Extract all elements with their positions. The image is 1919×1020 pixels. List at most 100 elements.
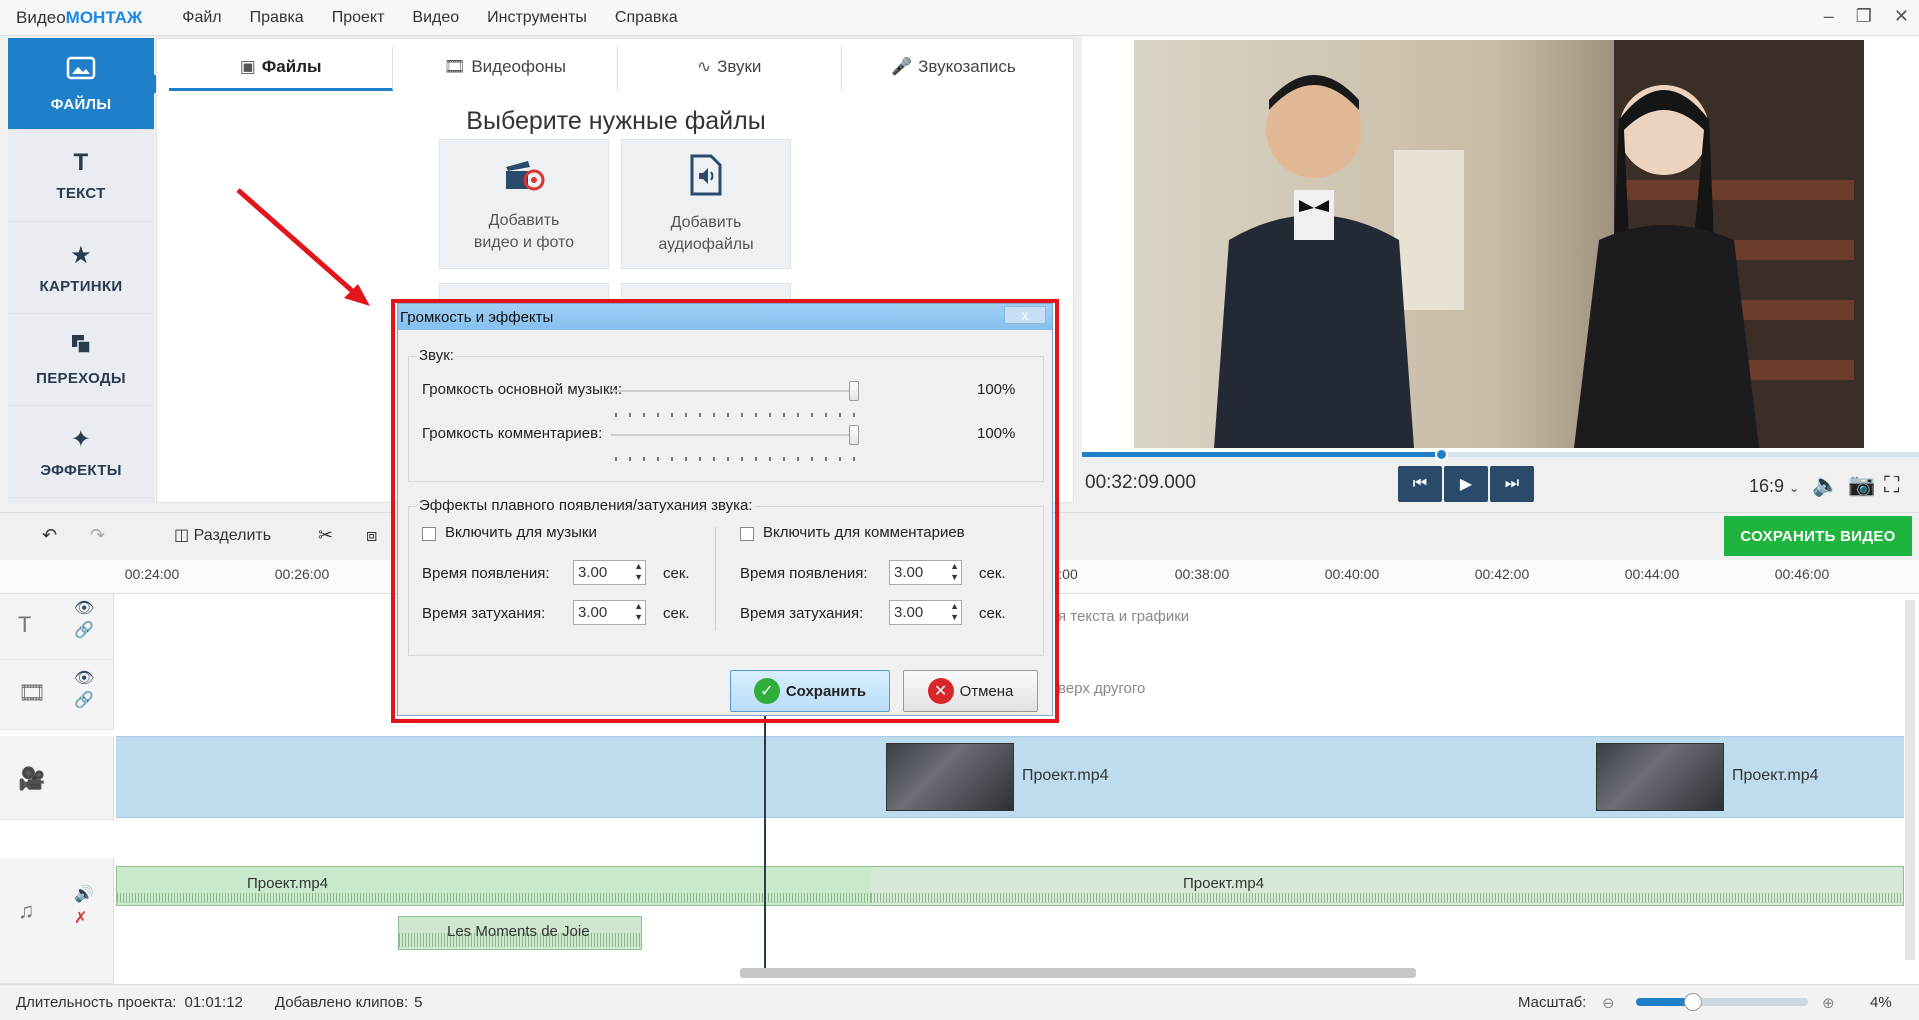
menu-tools[interactable]: Инструменты xyxy=(487,9,587,27)
audio-segment[interactable] xyxy=(117,867,871,905)
add-video-button[interactable]: Добавить видео и фото xyxy=(439,139,609,269)
music-clip[interactable]: Les Moments de Joie xyxy=(398,916,642,950)
video-clip-label[interactable]: Проект.mp4 xyxy=(1732,767,1819,785)
comments-volume-label: Громкость комментариев: xyxy=(422,425,603,442)
chevron-down-icon: ⌄ xyxy=(1789,481,1800,495)
nav-effects[interactable]: ✦ ЭФФЕКТЫ xyxy=(8,406,154,498)
zoom-slider[interactable] xyxy=(1636,993,1808,1011)
nav-files[interactable]: ФАЙЛЫ xyxy=(8,38,164,130)
current-timecode: 00:32:09.000 xyxy=(1085,472,1196,493)
camera-icon[interactable]: 📷 xyxy=(1848,472,1875,498)
menu-help[interactable]: Справка xyxy=(615,9,678,27)
menu-project[interactable]: Проект xyxy=(332,9,385,27)
comments-fade-checkbox[interactable] xyxy=(740,527,754,541)
transitions-icon xyxy=(70,333,92,362)
eye-icon[interactable]: 👁 xyxy=(74,598,94,618)
dialog-close-button[interactable]: x xyxy=(1004,306,1046,324)
comments-volume-value: 100% xyxy=(977,425,1016,442)
zoom-label: Масштаб: xyxy=(1518,994,1587,1011)
unit-label: сек. xyxy=(979,605,1006,622)
scissors-icon[interactable]: ✂ xyxy=(318,525,333,546)
nav-transitions[interactable]: ПЕРЕХОДЫ xyxy=(8,314,154,406)
add-audio-button[interactable]: Добавить аудиофайлы xyxy=(621,139,791,269)
video-track[interactable]: Проект.mp4 Проект.mp4 xyxy=(116,736,1904,818)
spinner-arrows-icon[interactable]: ▲ ▼ xyxy=(634,601,643,623)
zoom-out-icon[interactable]: ⊖ xyxy=(1602,994,1615,1012)
eye-icon[interactable]: 👁 xyxy=(74,668,94,688)
volume-icon[interactable]: 🔈 xyxy=(1812,472,1839,498)
comments-volume-knob[interactable] xyxy=(849,425,859,445)
horizontal-scrollbar[interactable] xyxy=(740,968,1416,978)
redo-icon[interactable]: ↷ xyxy=(90,525,105,546)
tab-files[interactable]: ▣ Файлы xyxy=(169,47,394,91)
play-button[interactable]: ▶ xyxy=(1444,466,1488,502)
vertical-scrollbar[interactable] xyxy=(1905,600,1915,960)
annotation-arrow xyxy=(236,188,370,306)
window-controls: – ❐ ✕ xyxy=(1824,6,1909,27)
ruler-label: 00:42:00 xyxy=(1474,566,1530,582)
audio-clip-label[interactable]: Проект.mp4 xyxy=(247,875,328,892)
comments-volume-slider[interactable] xyxy=(611,434,854,436)
crop-icon[interactable]: ⧈ xyxy=(366,525,377,546)
more-button-partial xyxy=(621,283,791,303)
split-button[interactable]: ◫ Разделить xyxy=(174,525,271,545)
playback-progress-fill xyxy=(1082,452,1442,457)
clip-thumbnail xyxy=(886,743,1014,811)
minimize-icon[interactable]: – xyxy=(1824,6,1834,27)
tab-sounds[interactable]: ∿ Звуки xyxy=(618,47,842,91)
mute-link-icon[interactable]: ✗ xyxy=(74,908,87,928)
tab-recording[interactable]: 🎤 Звукозапись xyxy=(842,47,1065,91)
save-video-button[interactable]: СОХРАНИТЬ ВИДЕО xyxy=(1724,516,1912,556)
close-window-icon[interactable]: ✕ xyxy=(1894,6,1909,27)
dialog-save-button[interactable]: ✓ Сохранить xyxy=(730,670,890,712)
tab-files-label: Файлы xyxy=(261,57,322,76)
comments-fade-out-label: Время затухания: xyxy=(740,605,864,622)
music-fade-in-spinner[interactable]: 3.00 ▲ ▼ xyxy=(573,560,646,585)
ruler-label: 00:38:00 xyxy=(1174,566,1230,582)
link-icon[interactable]: 🔗 xyxy=(74,620,94,640)
music-fade-checkbox-label: Включить для музыки xyxy=(445,524,597,541)
music-volume-slider[interactable] xyxy=(611,390,854,392)
zoom-slider-knob[interactable] xyxy=(1683,993,1702,1011)
dialog-title: Громкость и эффекты xyxy=(400,308,554,326)
fullscreen-icon[interactable]: ⛶ xyxy=(1884,472,1899,498)
unit-label: сек. xyxy=(979,565,1006,582)
statusbar: Длительность проекта: 01:01:12 Добавлено… xyxy=(0,984,1919,1020)
playback-progress[interactable] xyxy=(1082,448,1919,461)
music-volume-knob[interactable] xyxy=(849,381,859,401)
spinner-arrows-icon[interactable]: ▲ ▼ xyxy=(950,601,959,623)
music-fade-out-spinner[interactable]: 3.00 ▲ ▼ xyxy=(573,600,646,625)
spinner-arrows-icon[interactable]: ▲ ▼ xyxy=(950,561,959,583)
speaker-icon[interactable]: 🔊 xyxy=(74,884,94,904)
music-fade-checkbox[interactable] xyxy=(422,527,436,541)
previous-button[interactable]: ⏮ xyxy=(1398,466,1442,502)
spinner-arrows-icon[interactable]: ▲ ▼ xyxy=(634,561,643,583)
music-fade-in-value: 3.00 xyxy=(578,564,608,581)
duration-value: 01:01:12 xyxy=(184,994,243,1011)
menu-video[interactable]: Видео xyxy=(412,9,459,27)
aspect-ratio-select[interactable]: 16:9 ⌄ xyxy=(1749,476,1799,497)
undo-icon[interactable]: ↶ xyxy=(42,525,57,546)
video-clip-label[interactable]: Проект.mp4 xyxy=(1022,767,1109,785)
nav-text[interactable]: T ТЕКСТ xyxy=(8,130,154,222)
comments-fade-out-spinner[interactable]: 3.00 ▲ ▼ xyxy=(889,600,962,625)
audio-clip-label[interactable]: Проект.mp4 xyxy=(1183,875,1264,892)
cancel-x-icon: ✕ xyxy=(927,678,954,704)
playback-progress-knob[interactable] xyxy=(1434,448,1448,461)
restore-icon[interactable]: ❐ xyxy=(1856,6,1872,27)
sound-group-title: Звук: xyxy=(417,347,456,364)
nav-pictures[interactable]: ★ КАРТИНКИ xyxy=(8,222,154,314)
menu-edit[interactable]: Правка xyxy=(250,9,304,27)
audio-track[interactable]: Проект.mp4 Проект.mp4 xyxy=(116,866,1904,906)
dialog-cancel-button[interactable]: ✕ Отмена xyxy=(903,670,1038,712)
image-icon xyxy=(66,55,96,88)
tab-backgrounds[interactable]: 🎞 Видеофоны xyxy=(393,47,618,91)
link-icon[interactable]: 🔗 xyxy=(74,690,94,710)
menu-file[interactable]: Файл xyxy=(182,9,221,27)
comments-fade-in-spinner[interactable]: 3.00 ▲ ▼ xyxy=(889,560,962,585)
zoom-in-icon[interactable]: ⊕ xyxy=(1822,994,1835,1012)
text-track-header: T 👁 🔗 xyxy=(0,594,114,660)
unit-label: сек. xyxy=(663,565,690,582)
next-button[interactable]: ⏭ xyxy=(1490,466,1534,502)
comments-fade-in-value: 3.00 xyxy=(894,564,924,581)
